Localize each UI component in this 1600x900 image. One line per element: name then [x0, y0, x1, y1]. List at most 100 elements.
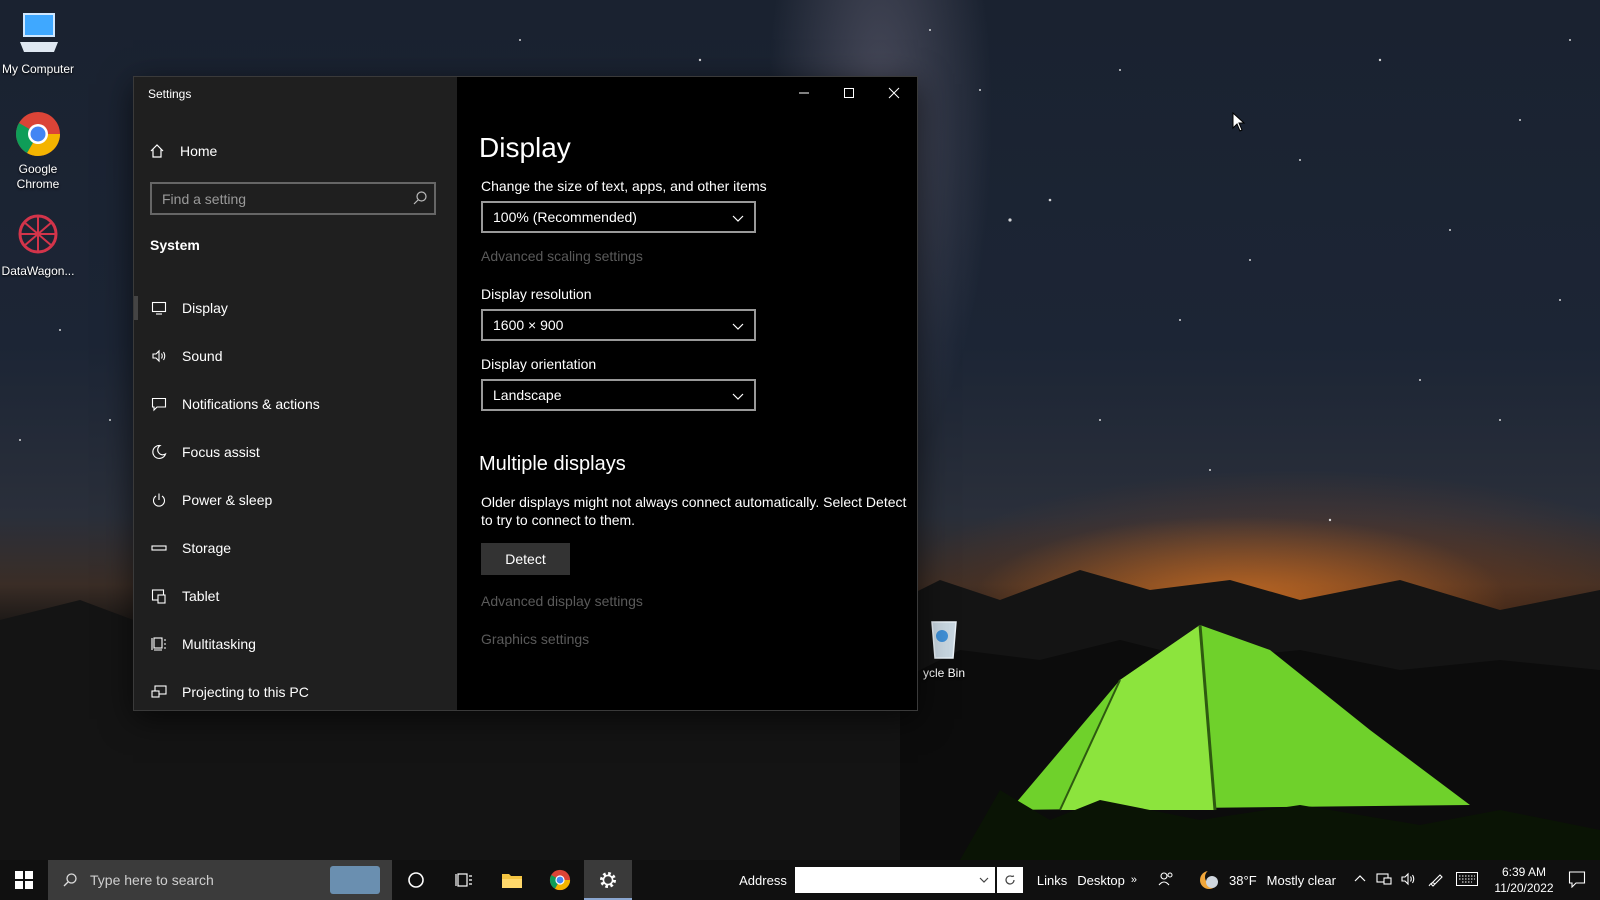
- multiple-displays-description: Older displays might not always connect …: [481, 494, 907, 528]
- computer-icon: [14, 10, 62, 58]
- sidebar-item-label: Sound: [182, 348, 223, 364]
- task-view-icon: [455, 873, 472, 887]
- mouse-cursor-icon: [1232, 112, 1246, 132]
- taskbar-search-placeholder: Type here to search: [90, 872, 214, 888]
- chrome-taskbar-button[interactable]: [536, 860, 584, 900]
- volume-icon[interactable]: [1400, 871, 1416, 890]
- scale-dropdown[interactable]: 100% (Recommended): [481, 201, 756, 233]
- minimize-icon: [799, 92, 809, 94]
- cortana-button[interactable]: [392, 860, 440, 900]
- folder-icon: [502, 874, 522, 888]
- sidebar-item-tablet[interactable]: Tablet: [134, 572, 457, 620]
- sidebar-item-notifications[interactable]: Notifications & actions: [134, 380, 457, 428]
- sidebar-item-focus-assist[interactable]: Focus assist: [134, 428, 457, 476]
- nav-home-label: Home: [180, 143, 218, 159]
- chevron-up-icon[interactable]: [1354, 873, 1366, 888]
- minimize-button[interactable]: [781, 77, 827, 109]
- settings-taskbar-button[interactable]: [584, 860, 632, 900]
- multiple-displays-heading: Multiple displays: [479, 453, 626, 475]
- keyboard-icon[interactable]: [1456, 871, 1478, 889]
- gear-icon: [600, 872, 616, 888]
- recycle-bin-icon: [920, 614, 968, 662]
- sidebar-item-label: Storage: [182, 540, 232, 556]
- file-explorer-button[interactable]: [488, 860, 536, 900]
- desktop-icon-label: Google Chrome: [16, 162, 60, 191]
- datawagon-icon: [14, 212, 62, 260]
- desktop-icon-google-chrome[interactable]: Google Chrome: [0, 110, 76, 192]
- desktop-icon-datawagon[interactable]: DataWagon...: [0, 212, 76, 279]
- chevron-down-icon: [979, 877, 989, 883]
- weather-temperature: 38°F: [1229, 872, 1257, 888]
- settings-sidebar: Settings Home Find a setting System Disp…: [134, 77, 457, 710]
- moon-icon: [150, 443, 168, 461]
- taskbar-right-area: Address Links Desktop » 38°F Mostly clea…: [739, 860, 1600, 900]
- sidebar-item-label: Tablet: [182, 588, 220, 604]
- sidebar-item-sound[interactable]: Sound: [134, 332, 457, 380]
- address-input[interactable]: [794, 867, 995, 893]
- desktop-toolbar[interactable]: Desktop: [1077, 873, 1125, 888]
- sidebar-item-label: Focus assist: [182, 444, 260, 460]
- search-input[interactable]: Find a setting: [150, 182, 436, 215]
- chevron-right-double-icon[interactable]: »: [1131, 874, 1137, 886]
- sidebar-item-multitasking[interactable]: Multitasking: [134, 620, 457, 668]
- task-view-button[interactable]: [440, 860, 488, 900]
- pen-workspace-icon[interactable]: [1428, 871, 1444, 890]
- network-icon[interactable]: [1376, 871, 1392, 890]
- sidebar-item-display[interactable]: Display: [134, 284, 457, 332]
- close-button[interactable]: [871, 77, 917, 109]
- taskbar-search-input[interactable]: Type here to search: [48, 860, 392, 900]
- advanced-scaling-link[interactable]: Advanced scaling settings: [481, 248, 643, 264]
- action-center-icon[interactable]: [1568, 870, 1586, 891]
- system-clock[interactable]: 6:39 AM 11/20/2022: [1488, 864, 1560, 896]
- scale-label: Change the size of text, apps, and other…: [481, 178, 767, 194]
- sidebar-item-power-sleep[interactable]: Power & sleep: [134, 476, 457, 524]
- weather-widget[interactable]: 38°F Mostly clear: [1197, 868, 1336, 892]
- start-button[interactable]: [0, 860, 48, 900]
- advanced-display-link[interactable]: Advanced display settings: [481, 593, 643, 609]
- windows-logo-icon: [15, 871, 33, 889]
- desktop-icon-label: My Computer: [1, 62, 75, 76]
- power-icon: [150, 491, 168, 509]
- moon-weather-icon: [1200, 869, 1222, 889]
- nav-home[interactable]: Home: [148, 139, 217, 163]
- people-icon[interactable]: [1157, 870, 1175, 891]
- sidebar-item-label: Display: [182, 300, 228, 316]
- orientation-value: Landscape: [493, 387, 562, 403]
- section-title: System: [150, 237, 200, 253]
- desktop-icon-label: DataWagon...: [1, 264, 75, 278]
- monitor-icon: [150, 299, 168, 317]
- projecting-icon: [150, 683, 168, 701]
- search-highlight-icon: [330, 866, 380, 894]
- search-placeholder: Find a setting: [162, 190, 247, 207]
- system-nav-list: Display Sound Notifications & actions Fo…: [134, 284, 457, 716]
- sidebar-item-label: Multitasking: [182, 636, 256, 652]
- cortana-icon: [408, 872, 424, 888]
- refresh-icon: [1005, 875, 1015, 885]
- clock-time: 6:39 AM: [1501, 865, 1547, 879]
- taskbar: Type here to search Address Links Deskto…: [0, 860, 1600, 900]
- display-settings-pane: Display Change the size of text, apps, a…: [457, 77, 917, 710]
- sidebar-item-storage[interactable]: Storage: [134, 524, 457, 572]
- search-icon: [412, 190, 428, 209]
- tablet-icon: [150, 587, 168, 605]
- graphics-settings-link[interactable]: Graphics settings: [481, 631, 589, 647]
- clock-date: 11/20/2022: [1494, 881, 1554, 895]
- home-icon: [148, 142, 166, 160]
- chevron-down-icon: [732, 393, 744, 400]
- orientation-dropdown[interactable]: Landscape: [481, 379, 756, 411]
- search-icon: [63, 873, 77, 887]
- chevron-down-icon: [732, 323, 744, 330]
- chevron-down-icon: [732, 215, 744, 222]
- desktop-icon-my-computer[interactable]: My Computer: [0, 10, 76, 77]
- chrome-icon: [14, 110, 62, 158]
- sidebar-item-projecting[interactable]: Projecting to this PC: [134, 668, 457, 716]
- refresh-button[interactable]: [996, 867, 1023, 893]
- multitasking-icon: [150, 635, 168, 653]
- storage-icon: [150, 539, 168, 557]
- orientation-label: Display orientation: [481, 356, 597, 372]
- sidebar-item-label: Power & sleep: [182, 492, 273, 508]
- resolution-dropdown[interactable]: 1600 × 900: [481, 309, 756, 341]
- detect-button[interactable]: Detect: [481, 543, 570, 575]
- maximize-button[interactable]: [826, 77, 872, 109]
- links-toolbar[interactable]: Links: [1037, 873, 1067, 888]
